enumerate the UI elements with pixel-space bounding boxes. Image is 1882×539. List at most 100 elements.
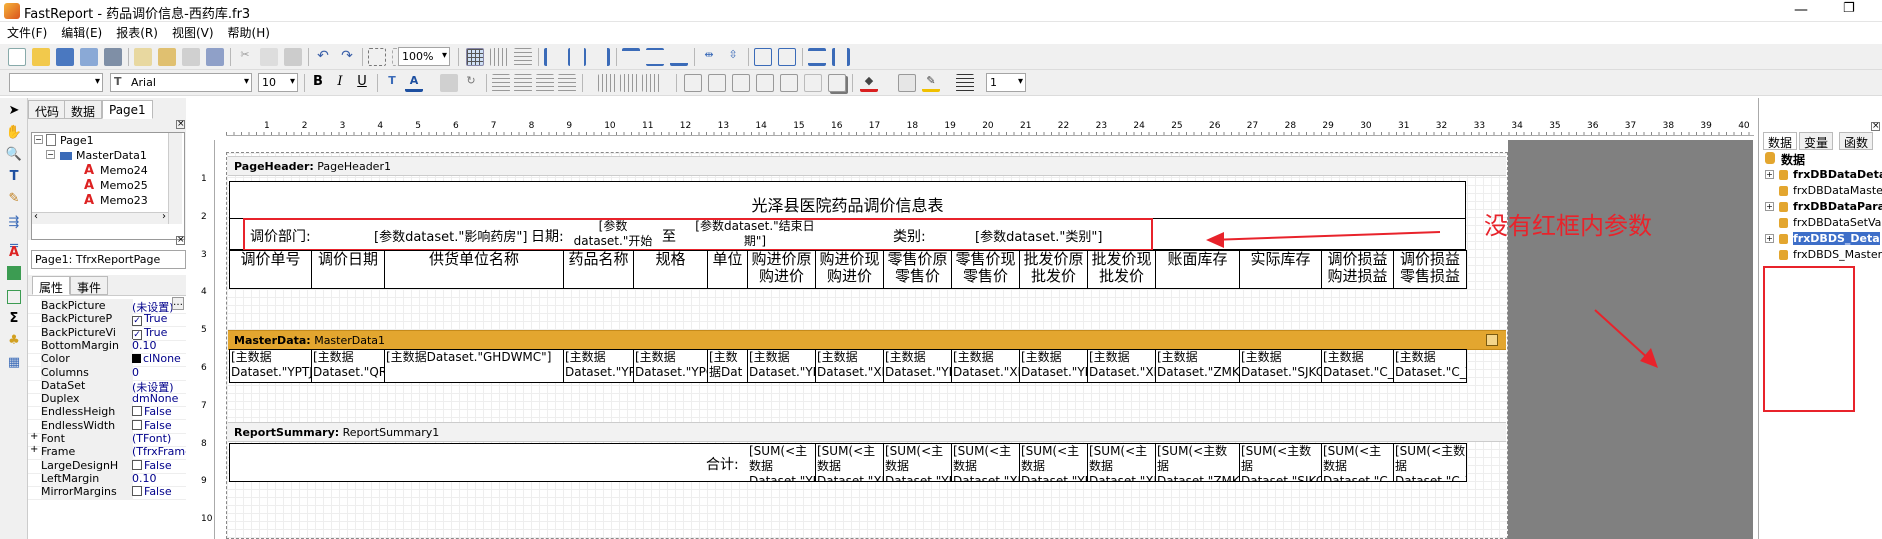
table-cell[interactable]: [SUM(<主数据Dataset."YPF xyxy=(1019,443,1088,482)
hand-tool-icon[interactable]: ✋ xyxy=(5,124,23,142)
copy-icon[interactable] xyxy=(260,48,278,66)
data-tree-item[interactable]: frxDBDataSetVar xyxy=(1793,216,1882,229)
table-cell[interactable]: [主数据Dataset."XPF xyxy=(815,349,884,383)
print-icon[interactable] xyxy=(104,48,122,66)
grid-icon[interactable] xyxy=(466,48,484,66)
tab-page1[interactable]: Page1 xyxy=(102,100,153,119)
delete-page-icon[interactable] xyxy=(182,48,200,66)
text-top-icon[interactable] xyxy=(598,74,616,92)
table-cell[interactable]: [主数据Dataset."YPTJPC"] xyxy=(229,349,312,383)
tab-variables[interactable]: 变量 xyxy=(1799,132,1834,150)
tree-expand-master-icon[interactable]: − xyxy=(46,150,55,159)
tab-code[interactable]: 代码 xyxy=(28,100,67,119)
space-v-icon[interactable]: ⇳ xyxy=(724,48,742,66)
text-right-icon[interactable] xyxy=(536,74,554,92)
page-settings-icon[interactable] xyxy=(206,48,224,66)
table-cell[interactable]: [主数据Dataset."YPMC0 xyxy=(563,349,634,383)
property-row[interactable]: MirrorMargins False xyxy=(28,484,186,501)
new-icon[interactable] xyxy=(8,48,26,66)
column-header[interactable]: 零售价现零售价 xyxy=(951,250,1020,289)
data-tree-item[interactable]: frxDBDataPara xyxy=(1793,200,1882,213)
table-cell[interactable]: [SUM(<主数据Dataset."SJKC00" xyxy=(1239,443,1322,482)
fit-grid-icon[interactable] xyxy=(514,48,532,66)
table-cell[interactable]: [SUM(<主数据Dataset."XLS xyxy=(951,443,1020,482)
text-bottom-icon[interactable] xyxy=(642,74,660,92)
rotate-icon[interactable]: ↻ xyxy=(462,74,480,92)
highlight-icon[interactable] xyxy=(440,74,458,92)
property-value[interactable]: (TfrxFrame) xyxy=(132,445,186,458)
property-value[interactable]: (TFont) xyxy=(132,432,186,445)
ellipsis-button[interactable]: … xyxy=(172,297,184,310)
column-header[interactable]: 规格 xyxy=(633,250,708,289)
tree-item-memo25[interactable]: Memo25 xyxy=(100,179,148,192)
zoom-tool-icon[interactable]: 🔍 xyxy=(5,146,23,164)
align-middle-icon[interactable] xyxy=(646,48,664,66)
expand-icon[interactable]: + xyxy=(1765,202,1774,211)
column-header[interactable]: 零售价原零售价 xyxy=(883,250,952,289)
sum-tool-icon[interactable]: Σ xyxy=(5,310,23,328)
table-cell[interactable]: [SUM(<主数据Dataset."XPF xyxy=(815,443,884,482)
line-width-select[interactable]: 1 xyxy=(986,73,1026,92)
format-painter-icon[interactable]: ✎ xyxy=(5,190,23,208)
table-cell[interactable]: [主数据Dat xyxy=(707,349,748,383)
tree-item-page1[interactable]: Page1 xyxy=(60,134,94,147)
menu-file[interactable]: 文件(F) xyxy=(0,22,54,43)
font-size-select[interactable]: 10 xyxy=(258,73,298,92)
column-header[interactable]: 调价单号 xyxy=(229,250,312,289)
center-h-icon[interactable] xyxy=(754,48,772,66)
checkbox-icon[interactable] xyxy=(132,486,142,497)
object-selector[interactable]: Page1: TfrxReportPage xyxy=(31,250,186,269)
table-cell[interactable]: [SUM(<主数据Dataset."YLS xyxy=(883,443,952,482)
property-value[interactable]: False xyxy=(132,485,186,498)
table-cell[interactable]: [SUM(<主数据Dataset."C_TJ xyxy=(1393,443,1467,482)
menu-view[interactable]: 视图(V) xyxy=(165,22,221,43)
frame-top-icon[interactable] xyxy=(684,74,702,92)
checkbox-icon[interactable] xyxy=(132,459,142,470)
bold-icon[interactable]: B xyxy=(309,74,327,92)
redo-icon[interactable]: ↷ xyxy=(338,48,356,66)
undo-icon[interactable]: ↶ xyxy=(314,48,332,66)
menu-report[interactable]: 报表(R) xyxy=(109,22,165,43)
column-header[interactable]: 药品名称 xyxy=(563,250,634,289)
data-root[interactable]: 数据 xyxy=(1781,151,1805,168)
frame-all-icon[interactable] xyxy=(780,74,798,92)
expand-icon[interactable]: + xyxy=(30,431,38,442)
maximize-icon[interactable]: ❐ xyxy=(1843,1,1855,16)
new-page-icon[interactable] xyxy=(134,48,152,66)
minimize-icon[interactable]: — xyxy=(1794,2,1808,18)
fill-style-icon[interactable] xyxy=(898,74,916,92)
select-tool-icon[interactable]: ➤ xyxy=(5,102,23,120)
table-cell[interactable]: [SUM(<主数据Dataset."C_GJ xyxy=(1321,443,1394,482)
property-value[interactable]: 0 xyxy=(132,366,186,379)
subreport-tool-icon[interactable] xyxy=(7,290,21,304)
tree-expand-page-icon[interactable]: − xyxy=(34,135,43,144)
paste-icon[interactable] xyxy=(284,48,302,66)
font-name-select[interactable]: T Arial xyxy=(110,73,252,92)
text-tool-icon[interactable]: T xyxy=(5,168,23,186)
table-cell[interactable]: [主数据Dataset."XPF xyxy=(1087,349,1156,383)
expand-icon[interactable]: + xyxy=(1765,170,1774,179)
data-tree-item[interactable]: frxDBDataDeta xyxy=(1793,168,1882,181)
table-cell[interactable]: [主数据Dataset."YLS xyxy=(883,349,952,383)
group-icon[interactable] xyxy=(368,48,386,66)
italic-icon[interactable]: I xyxy=(331,74,349,92)
table-cell[interactable]: [主数据Dataset."YPG xyxy=(633,349,708,383)
column-header[interactable]: 调价日期 xyxy=(311,250,385,289)
same-height-icon[interactable] xyxy=(832,48,850,66)
column-header[interactable]: 单位 xyxy=(707,250,748,289)
open-icon[interactable] xyxy=(32,48,50,66)
fill-color-icon[interactable]: ◆ xyxy=(860,74,878,92)
frame-none-icon[interactable] xyxy=(804,74,822,92)
tab-data[interactable]: 数据 xyxy=(64,100,103,119)
style-select[interactable] xyxy=(9,73,103,92)
table-cell[interactable]: [主数据Dataset."QRRQ xyxy=(311,349,385,383)
text-object-icon[interactable]: A xyxy=(5,244,23,262)
frame-style-icon[interactable] xyxy=(956,74,974,92)
tab-functions[interactable]: 函数 xyxy=(1839,132,1874,150)
column-header[interactable]: 批发价原批发价 xyxy=(1019,250,1088,289)
shape-tool-icon[interactable]: ♣ xyxy=(5,332,23,350)
frame-right-icon[interactable] xyxy=(756,74,774,92)
data-tree-item[interactable]: frxDBDS_Master xyxy=(1793,248,1882,261)
table-cell[interactable]: [SUM(<主数据Dataset."ZMKC00" xyxy=(1155,443,1240,482)
expand-icon[interactable]: + xyxy=(1765,234,1774,243)
